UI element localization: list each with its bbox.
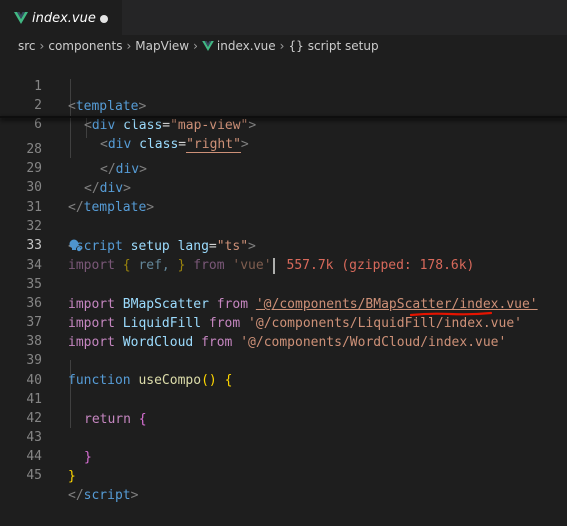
code-line: 44 } [0, 427, 567, 484]
breadcrumb: src › components › MapView › index.vue ›… [0, 35, 567, 57]
chevron-right-icon: › [126, 39, 132, 53]
breadcrumb-src[interactable]: src [18, 39, 36, 53]
chevron-right-icon: › [279, 39, 285, 53]
code-line: 2 <div class="map-view"> [0, 76, 567, 133]
line-number: 45 [26, 468, 42, 483]
code-text: } [68, 469, 76, 484]
breadcrumb-mapview[interactable]: MapView [135, 39, 189, 53]
code-line: 28 </div> [0, 120, 567, 177]
breadcrumb-index-vue[interactable]: index.vue [217, 39, 276, 53]
code-line: 32 <script setup lang="ts"> [0, 197, 567, 254]
code-line: 30 </template> [0, 158, 567, 215]
tab-bar: index.vue [0, 0, 567, 35]
chevron-right-icon: › [39, 39, 45, 53]
code-line: 45 </script> [0, 446, 567, 503]
vue-file-icon [202, 41, 214, 51]
tab-index-vue[interactable]: index.vue [0, 0, 122, 35]
vue-file-icon [14, 12, 28, 24]
code-line: 34 [0, 236, 567, 273]
code-line: 39 function useCompo() { [0, 331, 567, 388]
code-line: 43 } [0, 408, 567, 465]
breadcrumb-components[interactable]: components [48, 39, 122, 53]
code-editor[interactable]: 1 <template> 2 <div class="map-view"> 6 … [0, 57, 567, 503]
tab-title: index.vue [32, 10, 96, 26]
lightbulb-icon[interactable] [68, 238, 82, 252]
sticky-scroll-divider [0, 116, 567, 118]
code-line: 6 <div class="right"> [0, 95, 567, 153]
code-line: 31 [0, 178, 567, 215]
code-line: 36 import LiquidFill from '@/components/… [0, 274, 567, 331]
braces-icon: {} [288, 39, 304, 53]
code-line-active: 33 import { ref, } from 'vue' 557.7k (gzi… [0, 216, 567, 274]
code-line: 29 </div> [0, 139, 567, 196]
code-line: 40 [0, 351, 567, 388]
unsaved-dot-icon[interactable] [100, 15, 108, 23]
script-tag: script [83, 488, 131, 503]
chevron-right-icon: › [193, 39, 198, 53]
breadcrumb-script-setup[interactable]: script setup [308, 39, 379, 53]
code-line: 1 <template> [0, 57, 567, 114]
code-line: 41 return { [0, 370, 567, 427]
code-text: </script> [68, 488, 139, 503]
code-line: 38 [0, 312, 567, 349]
code-line: 42 [0, 389, 567, 426]
code-line: 35 import BMapScatter from '@/components… [0, 255, 567, 312]
